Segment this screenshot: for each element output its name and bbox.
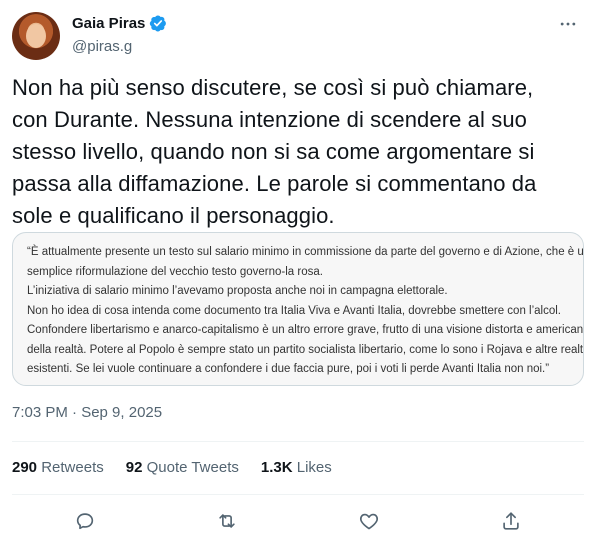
- image-text-line: semplice riformulazione del vecchio test…: [27, 265, 323, 278]
- name-row: Gaia Piras: [72, 14, 167, 32]
- likes-stat[interactable]: 1.3K Likes: [261, 459, 332, 476]
- quote-tweets-count: 92: [125, 459, 143, 476]
- attached-text-image[interactable]: “È attualmente presente un testo sul sal…: [12, 232, 584, 386]
- more-icon[interactable]: [556, 12, 580, 36]
- divider: [12, 441, 584, 442]
- likes-count: 1.3K: [260, 459, 293, 476]
- quote-tweets-label: Quote Tweets: [146, 459, 239, 476]
- image-text-line: “È attualmente presente un testo sul sal…: [27, 246, 584, 258]
- retweets-label: Retweets: [41, 459, 104, 476]
- tweet-text: Non ha più senso discutere, se così si p…: [12, 75, 537, 228]
- retweets-stat[interactable]: 290 Retweets: [12, 459, 104, 476]
- attached-image-text: “È attualmente presente un testo sul sal…: [13, 233, 583, 380]
- display-name[interactable]: Gaia Piras: [72, 15, 145, 32]
- user-handle[interactable]: @piras.g: [72, 38, 132, 55]
- like-icon[interactable]: [349, 503, 389, 539]
- verified-badge-icon: [150, 15, 167, 32]
- retweets-count: 290: [12, 459, 38, 476]
- reply-icon[interactable]: [65, 503, 105, 539]
- image-text-line: L’iniziativa di salario minimo l’avevamo…: [27, 285, 448, 297]
- retweet-icon[interactable]: [207, 503, 247, 539]
- image-text-line: Confondere libertarismo e anarco-capital…: [27, 324, 584, 336]
- engagement-stats: 290 Retweets 92 Quote Tweets 1.3K Likes: [12, 459, 332, 476]
- likes-label: Likes: [296, 459, 332, 476]
- tweet-timestamp[interactable]: 7:03 PM · Sep 9, 2025: [12, 404, 162, 421]
- share-icon[interactable]: [491, 503, 531, 539]
- tweet-header: Gaia Piras @piras.g: [12, 10, 584, 62]
- tweet-card: Gaia Piras @piras.g Non ha più senso dis…: [0, 0, 596, 557]
- avatar[interactable]: [12, 12, 60, 60]
- image-text-line: Non ho idea di cosa intenda come documen…: [27, 304, 562, 317]
- image-text-line: della realtà. Potere al Popolo è sempre …: [27, 343, 584, 356]
- image-text-line: esistenti. Se lei vuole continuare a con…: [27, 363, 550, 375]
- divider: [12, 494, 584, 495]
- action-bar: [0, 503, 596, 543]
- quote-tweets-stat[interactable]: 92 Quote Tweets: [126, 459, 239, 476]
